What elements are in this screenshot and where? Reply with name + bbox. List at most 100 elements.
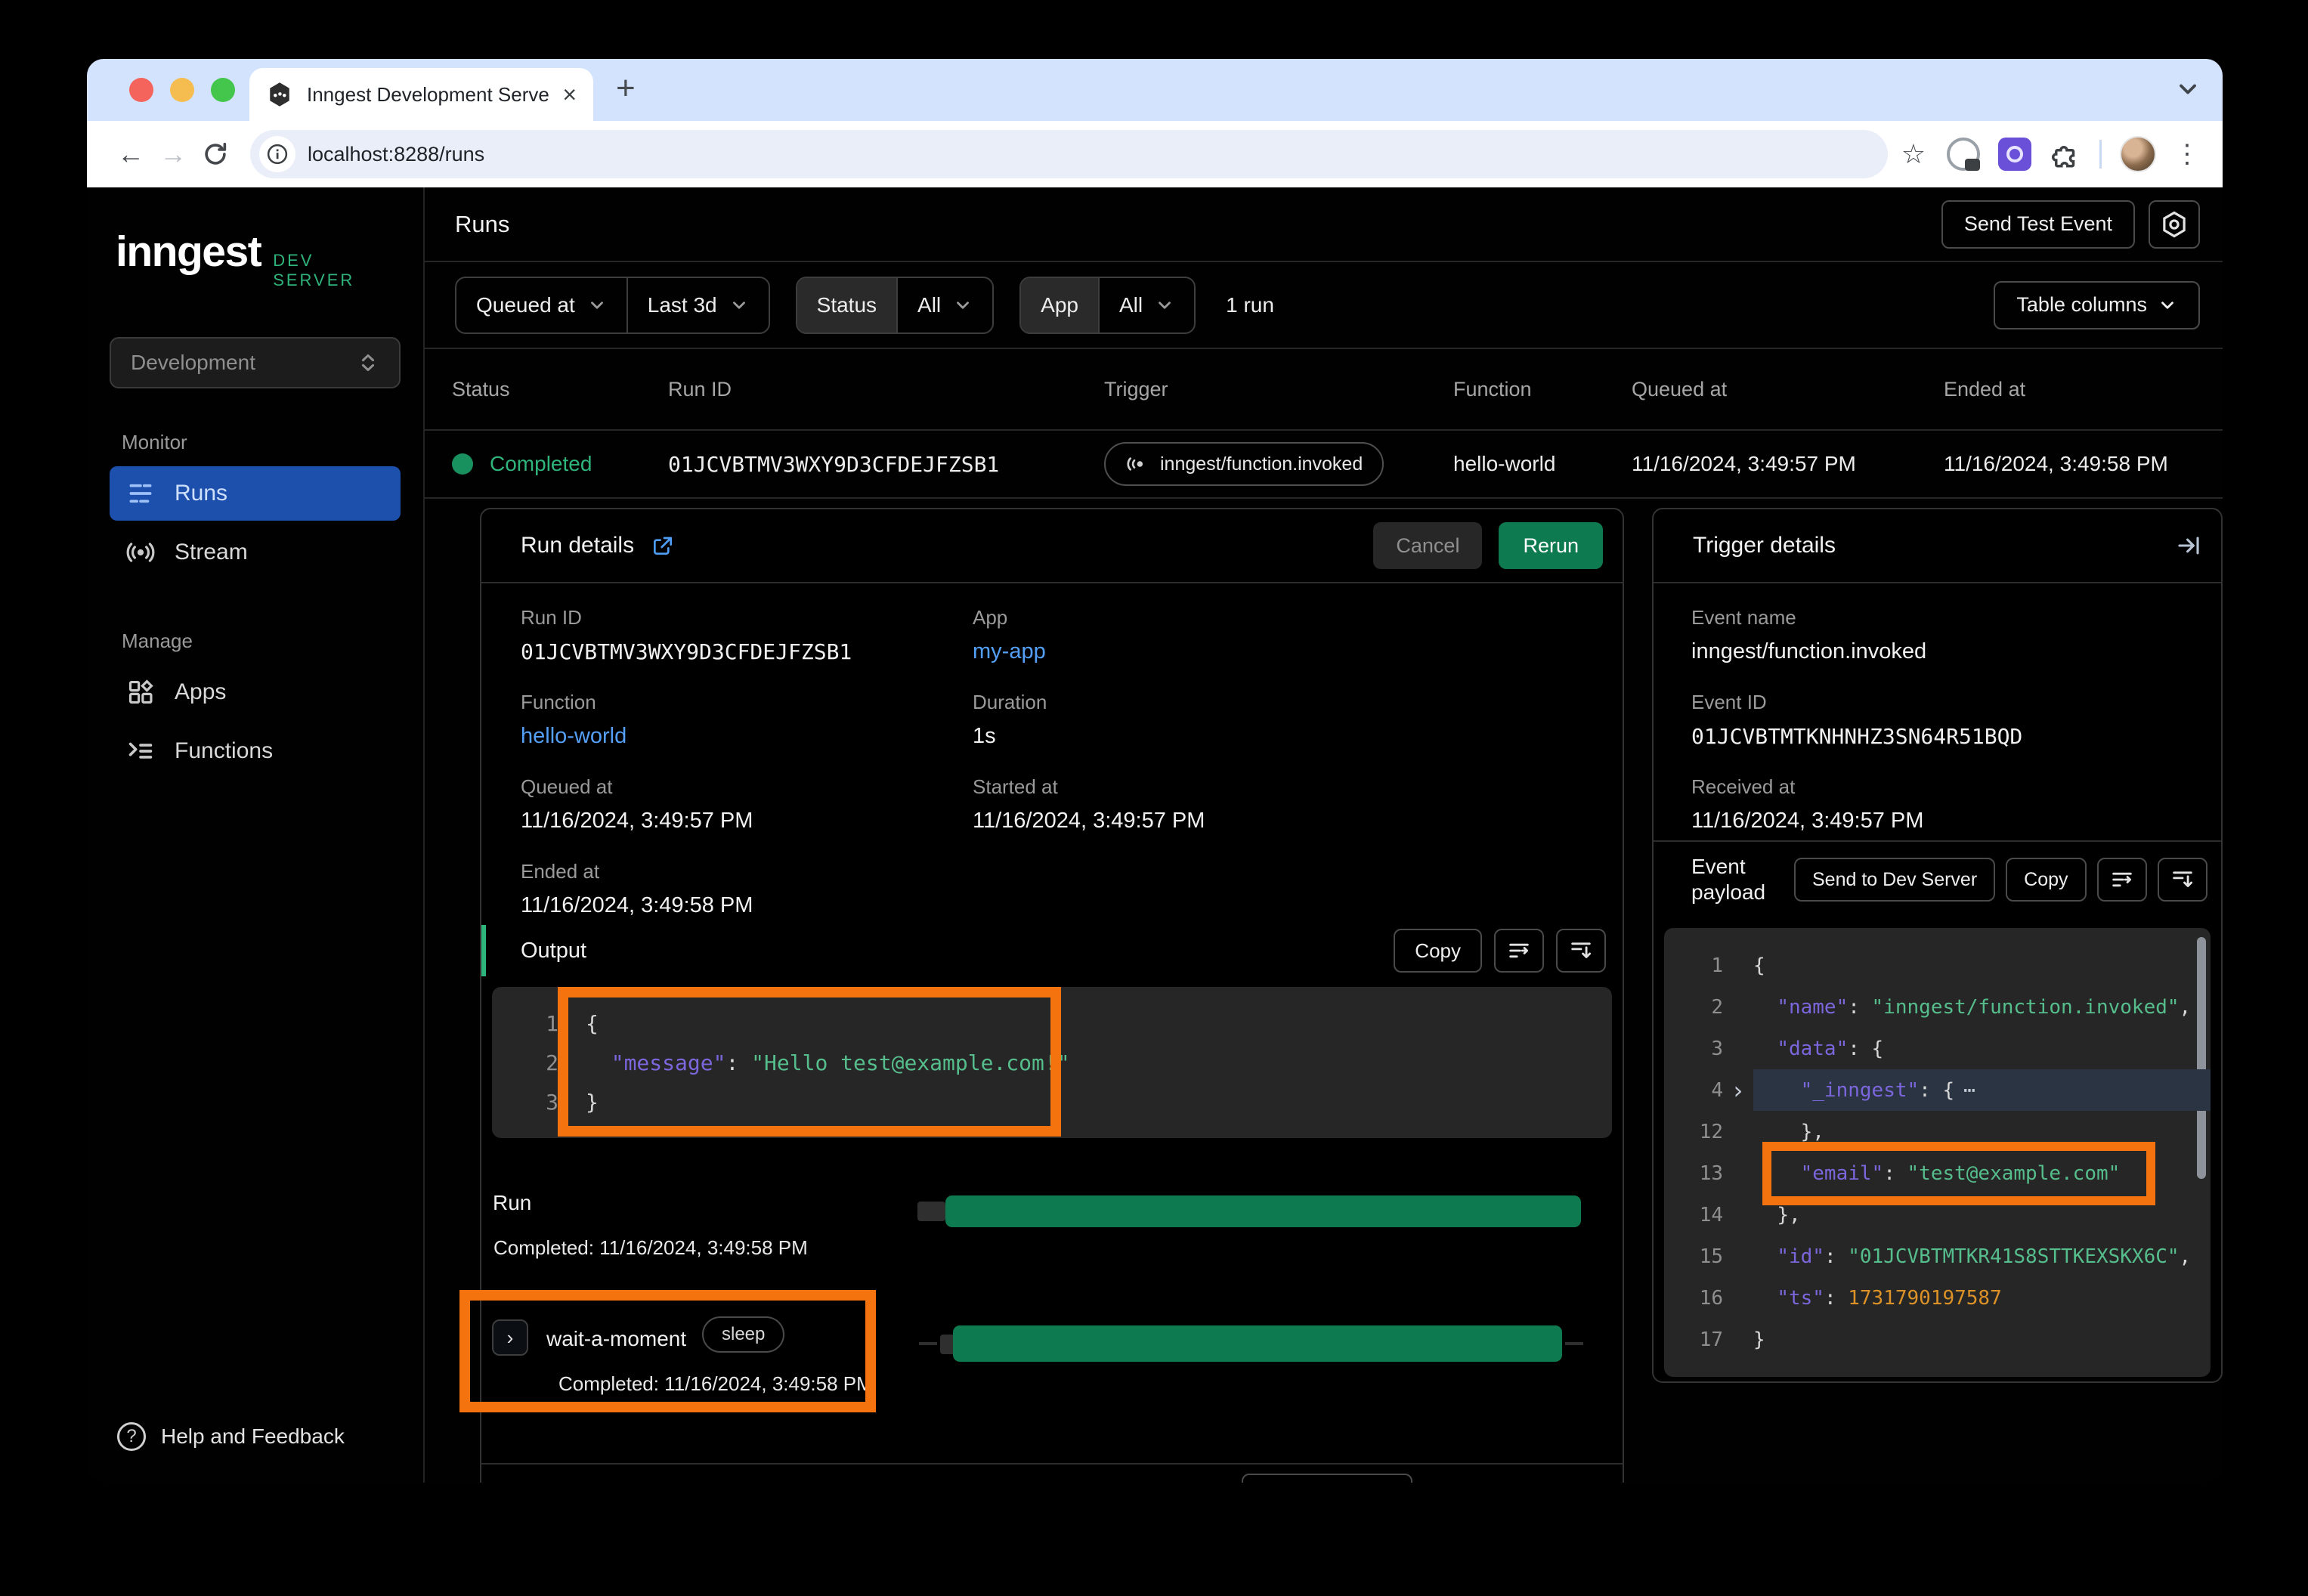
page-title: Runs [455, 211, 509, 238]
code-line: 3} [492, 1082, 1612, 1121]
sidebar-item-functions[interactable]: Functions [110, 724, 401, 778]
table-columns-button[interactable]: Table columns [1994, 281, 2200, 329]
browser-menu-icon[interactable]: ⋮ [2174, 139, 2200, 169]
extension-app-icon[interactable] [1998, 138, 2031, 171]
run-completed-text: Completed: 11/16/2024, 3:49:58 PM [493, 1236, 808, 1260]
line-number: 15 [1664, 1245, 1723, 1268]
site-info-icon[interactable] [259, 136, 295, 172]
sidebar-item-stream[interactable]: Stream [110, 525, 401, 580]
password-manager-icon[interactable] [1947, 138, 1980, 171]
function-link[interactable]: hello-world [521, 723, 973, 750]
timeline-run-label: Run [493, 1191, 531, 1215]
line-number: 17 [1664, 1328, 1723, 1351]
trigger-cell: inngest/function.invoked [1104, 442, 1453, 486]
filter-bar: Queued at Last 3d Status All [425, 261, 2223, 349]
app-filter-dropdown[interactable]: All [1098, 278, 1194, 332]
environment-selector[interactable]: Development [110, 337, 401, 388]
address-bar[interactable]: localhost:8288/runs [250, 130, 1888, 178]
reload-icon[interactable] [194, 133, 237, 175]
bookmark-star-icon[interactable]: ☆ [1901, 138, 1926, 170]
close-window-button[interactable] [129, 78, 153, 102]
column-trigger: Trigger [1104, 378, 1453, 401]
trigger-event-name: inngest/function.invoked [1160, 453, 1363, 475]
step-pre-line [919, 1342, 937, 1345]
environment-selector-value: Development [131, 351, 255, 375]
app-link[interactable]: my-app [973, 639, 1592, 665]
code-line: 2 "message": "Hello test@example.com!" [492, 1043, 1612, 1082]
help-label: Help and Feedback [161, 1424, 345, 1449]
browser-tab[interactable]: Inngest Development Server × [249, 68, 593, 121]
inngest-app: inngest DEV SERVER Development Monitor R… [87, 187, 2223, 1483]
chevron-down-icon [1155, 295, 1174, 315]
run-count: 1 run [1226, 293, 1274, 317]
code-line: 2 "name": "inngest/function.invoked", [1664, 986, 2211, 1028]
toolbar-divider [2099, 140, 2102, 169]
zoom-window-button[interactable] [211, 78, 235, 102]
output-title: Output [521, 939, 586, 963]
status-filter-dropdown[interactable]: All [896, 278, 992, 332]
back-icon[interactable]: ← [110, 133, 152, 175]
new-tab-button[interactable]: + [616, 70, 636, 107]
app-filter: App All [1019, 277, 1196, 334]
copy-output-button[interactable]: Copy [1394, 929, 1482, 973]
sidebar-section-manage: Manage [122, 629, 401, 653]
step-duration-bar[interactable] [953, 1325, 1562, 1362]
sidebar-item-runs[interactable]: Runs [110, 466, 401, 521]
tab-close-icon[interactable]: × [562, 82, 577, 107]
payload-code-block[interactable]: 1{2 "name": "inngest/function.invoked",3… [1664, 928, 2211, 1377]
sidebar-item-apps[interactable]: Apps [110, 665, 401, 719]
run-duration-bar[interactable] [945, 1195, 1581, 1227]
trigger-event-pill[interactable]: inngest/function.invoked [1104, 442, 1384, 486]
runs-table-header: Status Run ID Trigger Function Queued at… [425, 349, 2223, 429]
sidebar-item-label: Apps [175, 679, 226, 705]
settings-gear-button[interactable] [2149, 200, 2200, 249]
profile-avatar[interactable] [2120, 136, 2156, 172]
time-range-dropdown[interactable]: Last 3d [627, 278, 769, 332]
extensions-puzzle-icon[interactable] [2050, 138, 2081, 170]
copy-payload-button[interactable]: Copy [2006, 858, 2086, 902]
sidebar-section-monitor: Monitor [122, 431, 401, 454]
code-line: 1{ [492, 1004, 1612, 1043]
line-number: 1 [492, 1011, 558, 1036]
scroll-to-bottom-icon[interactable] [1556, 929, 1606, 973]
collapse-panel-icon[interactable] [2176, 533, 2201, 558]
fold-chevron-icon[interactable]: › [1731, 1078, 1745, 1103]
field-queued-at: Queued at 11/16/2024, 3:49:57 PM [521, 775, 973, 834]
column-status: Status [452, 378, 668, 401]
table-row[interactable]: Completed 01JCVBTMV3WXY9D3CFDEJFZSB1 inn… [425, 429, 2223, 499]
help-and-feedback[interactable]: ? Help and Feedback [110, 1422, 401, 1451]
chevron-down-icon [729, 295, 749, 315]
time-field-dropdown[interactable]: Queued at [456, 278, 627, 332]
code-line: 16 "ts": 1731790197587 [1664, 1277, 2211, 1319]
code-line: 15 "id": "01JCVBTMTKR41S8STTKEXSKX6C", [1664, 1236, 2211, 1277]
rerun-button[interactable]: Rerun [1499, 522, 1603, 569]
minimize-window-button[interactable] [170, 78, 194, 102]
status-filter-label: Status [797, 278, 896, 332]
expand-step-button[interactable]: › [492, 1319, 528, 1356]
wrap-text-icon[interactable] [1494, 929, 1544, 973]
inngest-hexagon-icon [266, 81, 293, 108]
collapsed-content-icon[interactable]: ⋯ [1963, 1079, 1974, 1102]
open-external-icon[interactable] [651, 534, 675, 558]
cutoff-footer-button[interactable] [1242, 1474, 1412, 1483]
send-to-dev-server-button[interactable]: Send to Dev Server [1794, 858, 1995, 902]
wrap-text-icon[interactable] [2097, 858, 2147, 902]
send-test-event-button[interactable]: Send Test Event [1941, 200, 2135, 249]
status-badge: Completed [490, 452, 592, 476]
time-filter: Queued at Last 3d [455, 277, 770, 334]
time-range-label: Last 3d [648, 293, 717, 317]
cancel-button[interactable]: Cancel [1373, 522, 1482, 569]
chevron-down-icon [2158, 295, 2177, 315]
event-payload-header: Event payload Send to Dev Server Copy [1654, 842, 2221, 917]
step-kind-badge: sleep [702, 1316, 784, 1353]
output-code-block[interactable]: 1{2 "message": "Hello test@example.com!"… [492, 987, 1612, 1138]
line-number: 13 [1664, 1162, 1723, 1185]
runs-list-icon [126, 479, 155, 508]
trigger-details-panel: Trigger details Event name inngest/funct… [1652, 508, 2223, 1383]
desktop-background: Inngest Development Server × + ← → local… [0, 0, 2308, 1596]
apps-shapes-icon [126, 678, 155, 707]
scroll-to-bottom-icon[interactable] [2158, 858, 2207, 902]
tab-search-chevron-icon[interactable] [2174, 76, 2201, 103]
line-number: 14 [1664, 1204, 1723, 1226]
forward-icon[interactable]: → [152, 133, 194, 175]
